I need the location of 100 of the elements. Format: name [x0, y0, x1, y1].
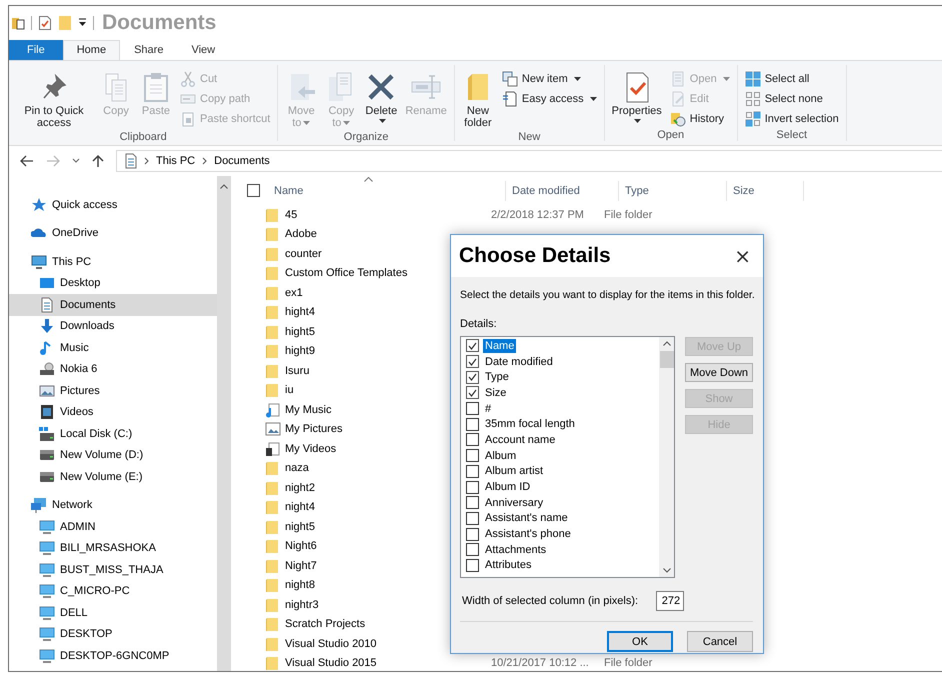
nav-item[interactable]: ADMIN: [9, 516, 217, 538]
nav-item[interactable]: Pictures: [9, 380, 217, 402]
checkbox[interactable]: [466, 339, 479, 352]
file-name[interactable]: Adobe: [285, 228, 317, 240]
nav-item[interactable]: New Volume (E:): [9, 466, 217, 488]
column-header[interactable]: Size: [727, 180, 804, 200]
nav-item[interactable]: OneDrive: [9, 222, 217, 244]
nav-item[interactable]: Network: [9, 494, 217, 516]
file-name[interactable]: Visual Studio 2010: [285, 638, 377, 650]
dialog-button[interactable]: Cancel: [687, 631, 753, 652]
list-item[interactable]: Size: [483, 386, 508, 400]
nav-item[interactable]: Desktop: [9, 272, 217, 294]
scrollbar[interactable]: [659, 337, 674, 577]
breadcrumb[interactable]: This PC: [156, 155, 196, 167]
file-name[interactable]: Night7: [285, 560, 317, 572]
scroll-up-icon[interactable]: [662, 341, 670, 346]
checkbox[interactable]: [247, 184, 260, 197]
address-bar[interactable]: This PC Documents: [116, 150, 942, 172]
list-item[interactable]: Album artist: [483, 464, 546, 478]
file-name[interactable]: nightr3: [285, 598, 319, 611]
file-name[interactable]: night5: [285, 520, 315, 533]
list-item[interactable]: Date modified: [483, 354, 555, 369]
list-item[interactable]: Attachments: [483, 542, 548, 557]
nav-item[interactable]: Music: [9, 337, 217, 358]
file-name[interactable]: Scratch Projects: [285, 618, 366, 630]
nav-item[interactable]: Downloads: [9, 316, 217, 337]
nav-item[interactable]: This PC: [9, 251, 217, 272]
ribbon-button[interactable]: New folder: [458, 69, 497, 131]
list-item[interactable]: Name: [483, 338, 516, 353]
scroll-thumb[interactable]: [660, 351, 674, 368]
file-name[interactable]: 45: [285, 208, 298, 221]
breadcrumb[interactable]: Documents: [214, 155, 270, 167]
nav-item[interactable]: Local Disk (C:): [9, 423, 217, 444]
ribbon-button[interactable]: Select none: [742, 89, 842, 109]
file-name[interactable]: Visual Studio 2015: [285, 657, 377, 670]
ribbon-button[interactable]: Properties: [608, 69, 665, 129]
ribbon-button[interactable]: History: [666, 109, 733, 129]
column-header[interactable]: Date modified: [506, 180, 619, 200]
list-item[interactable]: Album ID: [483, 480, 532, 494]
list-item[interactable]: Anniversary: [483, 496, 546, 510]
ribbon-button[interactable]: Easy access: [498, 89, 600, 109]
file-name[interactable]: hight4: [285, 306, 315, 318]
list-item[interactable]: 35mm focal length: [483, 417, 577, 432]
list-item[interactable]: Assistant's phone: [483, 527, 573, 542]
nav-item[interactable]: Documents: [9, 294, 217, 316]
checkbox[interactable]: [466, 402, 479, 416]
column-header[interactable]: Name: [268, 180, 506, 200]
document-check-icon[interactable]: [38, 15, 52, 31]
file-name[interactable]: Night6: [285, 540, 317, 552]
file-name[interactable]: Isuru: [285, 364, 310, 377]
nav-item[interactable]: BILI_MRSASHOKA: [9, 538, 217, 559]
file-name[interactable]: My Videos: [285, 442, 336, 455]
list-item[interactable]: #: [483, 402, 494, 416]
nav-item[interactable]: DELL: [9, 602, 217, 624]
input-field[interactable]: 272: [656, 591, 684, 611]
nav-item[interactable]: DESKTOP-6GNC0MP: [9, 645, 217, 666]
file-name[interactable]: ex1: [285, 286, 303, 299]
checkbox[interactable]: [466, 480, 479, 494]
nav-item[interactable]: Nokia 6: [9, 358, 217, 380]
ribbon-tab[interactable]: File: [9, 40, 63, 60]
list-item[interactable]: Assistant's name: [483, 511, 570, 526]
ribbon-button[interactable]: Select all: [742, 69, 842, 89]
ribbon-button[interactable]: New item: [498, 69, 600, 89]
nav-item[interactable]: DESKTOP: [9, 624, 217, 645]
list-item[interactable]: Album: [483, 448, 518, 463]
ribbon-tab[interactable]: View: [177, 40, 230, 60]
file-name[interactable]: naza: [285, 462, 309, 474]
scroll-up-icon[interactable]: [220, 184, 228, 189]
scroll-down-icon[interactable]: [662, 568, 670, 573]
checkbox[interactable]: [466, 543, 479, 556]
file-name[interactable]: hight5: [285, 326, 315, 338]
checkbox[interactable]: [466, 386, 479, 400]
file-name[interactable]: hight9: [285, 345, 315, 358]
checkbox[interactable]: [466, 355, 479, 368]
ribbon-tab[interactable]: Home: [62, 40, 120, 60]
back-icon[interactable]: [20, 155, 34, 167]
dialog-button[interactable]: OK: [607, 631, 673, 652]
checkbox[interactable]: [466, 464, 479, 478]
checkbox[interactable]: [466, 418, 479, 431]
file-name[interactable]: My Music: [285, 404, 332, 416]
nav-item[interactable]: New Volume (D:): [9, 444, 217, 466]
checkbox[interactable]: [466, 558, 479, 572]
checkbox[interactable]: [466, 496, 479, 510]
checkbox[interactable]: [466, 449, 479, 462]
nav-item[interactable]: Quick access: [9, 194, 217, 216]
file-name[interactable]: night2: [285, 482, 315, 494]
scrollbar[interactable]: [217, 176, 231, 671]
details-list[interactable]: Name Date modified Type Size # 35mm focal length Account name Album Album artist Album ID Anniversary Assistant's name Assistant's phone Attachments Attributes: [460, 336, 675, 578]
file-name[interactable]: counter: [285, 248, 322, 260]
ribbon-button[interactable]: Pin to Quick access: [13, 69, 95, 131]
dialog-button[interactable]: Move Down: [685, 363, 753, 382]
checkbox[interactable]: [466, 512, 479, 525]
list-item[interactable]: Attributes: [483, 558, 534, 572]
dropdown-icon[interactable]: [78, 18, 87, 28]
nav-item[interactable]: BUST_MISS_THAJA: [9, 559, 217, 580]
nav-item[interactable]: C_MICRO-PC: [9, 580, 217, 602]
ribbon-button[interactable]: Delete: [362, 69, 400, 131]
folder-icon[interactable]: [11, 16, 25, 30]
list-item[interactable]: Account name: [483, 432, 558, 447]
nav-item[interactable]: Videos: [9, 402, 217, 423]
